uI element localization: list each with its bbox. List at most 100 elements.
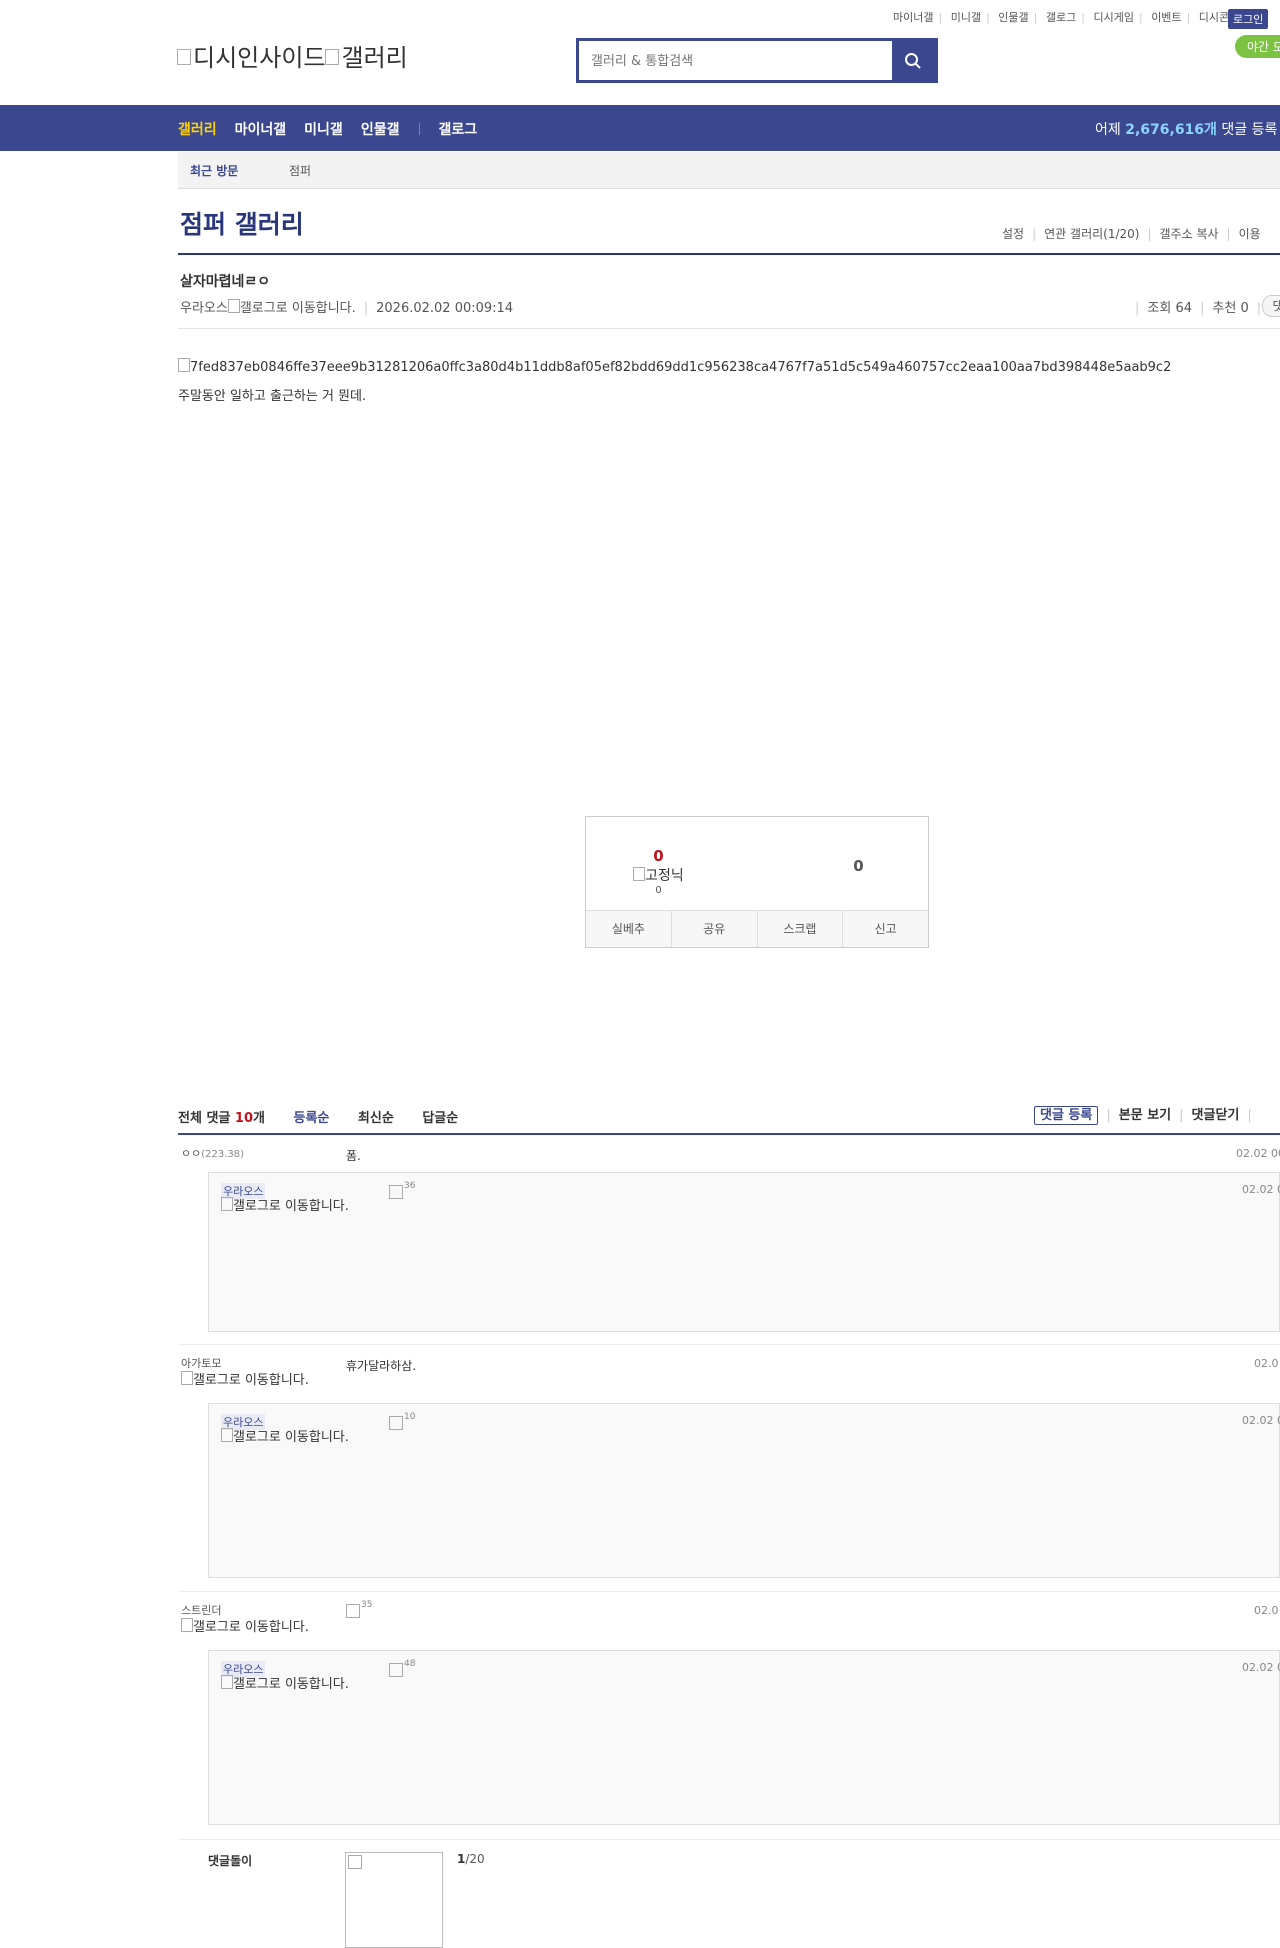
reply-date: 02.02 0 — [1242, 1661, 1280, 1674]
recommend-up-count: 0 — [653, 847, 664, 865]
gallog-link-alt[interactable]: 갤로그로 이동합니다. — [240, 301, 356, 316]
comment-text: 폼. — [346, 1149, 361, 1163]
related-gallery-link[interactable]: 연관 갤러리(1/20) — [1044, 227, 1139, 241]
recent-visit-bar: 최근 방문 점퍼 — [178, 152, 1280, 189]
comments-header: 전체 댓글 10개 등록순 최신순 답글순 — [178, 1107, 458, 1126]
comment-date: 02.02 00 — [1236, 1147, 1280, 1160]
post-date: 2026.02.02 00:09:14 — [376, 301, 514, 316]
comment-author[interactable]: ㅇㅇ(223.38) — [181, 1147, 244, 1162]
nav-item-minor[interactable]: 마이너갤 — [235, 122, 287, 138]
report-button[interactable]: 신고 — [843, 911, 928, 947]
comment-author[interactable]: 스트린더 갤로그로 이동합니다. — [181, 1604, 309, 1634]
broken-image-icon — [348, 1855, 362, 1869]
fixnick-count: 0 — [655, 885, 662, 896]
fixnick-alt: 고정닉 — [645, 868, 684, 884]
nav-item-gallog[interactable]: 갤로그 — [438, 122, 477, 138]
recent-visit-item[interactable]: 점퍼 — [289, 162, 311, 179]
settings-link[interactable]: 설정 — [1002, 227, 1024, 241]
dccon-alt: 36 — [404, 1181, 416, 1191]
dccon-alt: 48 — [404, 1659, 416, 1669]
reply-item: 우라오스 갤로그로 이동합니다. 36 02.02 0 — [208, 1172, 1280, 1332]
reply-item: 우라오스 갤로그로 이동합니다. 10 02.02 0 — [208, 1403, 1280, 1578]
search-input[interactable] — [589, 42, 893, 81]
nav-item-gallery[interactable]: 갤러리 — [178, 122, 217, 138]
util-link-gallog[interactable]: 갤로그 — [1046, 11, 1076, 24]
broken-image-icon — [181, 1618, 193, 1632]
comment-divider — [178, 1839, 1280, 1840]
reply-gallog-alt[interactable]: 갤로그로 이동합니다. — [221, 1675, 349, 1691]
comment-nick: 스트린더 — [181, 1604, 222, 1617]
fixnick-label: 고정닉 — [586, 865, 731, 885]
util-link-person[interactable]: 인물갤 — [998, 11, 1028, 24]
post-author[interactable]: 우라오스 — [180, 301, 228, 316]
comment-date: 02.0 — [1254, 1604, 1279, 1617]
reply-gallog-alt-text: 갤로그로 이동합니다. — [233, 1677, 349, 1692]
utility-bar: 마이너갤 | 미니갤 | 인물갤 | 갤로그 | 디시게임 | 이벤트 | 디시콘 로그인 — [0, 9, 1280, 29]
logo-alt-dcinside: 디시인사이드 — [193, 44, 326, 72]
night-mode-button[interactable]: 야간 모드 — [1235, 35, 1280, 58]
close-comments-button[interactable]: 댓글닫기 — [1192, 1108, 1240, 1123]
dccon-image: 35 — [346, 1600, 372, 1618]
reply-gallog-alt[interactable]: 갤로그로 이동합니다. — [221, 1428, 349, 1444]
stat-suffix: 댓글 등록 — [1221, 122, 1278, 138]
search-button[interactable] — [892, 41, 935, 80]
best-recommend-button[interactable]: 실베추 — [586, 911, 672, 947]
daily-comment-stat: 어제 2,676,616개 댓글 등록 — [1095, 119, 1277, 139]
broken-image-icon — [181, 1371, 193, 1385]
sort-by-registered[interactable]: 등록순 — [294, 1111, 330, 1126]
reply-date: 02.02 0 — [1242, 1183, 1280, 1196]
usage-link[interactable]: 이용 — [1239, 227, 1261, 241]
total-comments-unit: 개 — [253, 1111, 265, 1126]
reply-gallog-alt[interactable]: 갤로그로 이동합니다. — [221, 1197, 349, 1213]
login-button[interactable]: 로그인 — [1228, 9, 1269, 29]
util-link-minor[interactable]: 마이너갤 — [893, 11, 933, 24]
dccon-image: 10 — [389, 1412, 415, 1430]
comment-bot-image[interactable] — [345, 1852, 443, 1948]
share-button[interactable]: 공유 — [672, 911, 758, 947]
dccon-alt: 10 — [404, 1412, 416, 1422]
comment-ip: (223.38) — [201, 1149, 245, 1160]
comment-bot-label: 댓글돌이 — [208, 1854, 253, 1868]
site-logo[interactable]: 디시인사이드 갤러리 — [177, 38, 408, 73]
comment-count-button[interactable]: 댓 — [1262, 295, 1280, 317]
comment-date: 02.0 — [1254, 1357, 1279, 1370]
comment-tools: 댓글 등록 | 본문 보기 | 댓글닫기 | — [1034, 1104, 1260, 1125]
post-views: 조회 64 — [1147, 301, 1192, 316]
stat-value: 2,676,616개 — [1125, 122, 1217, 138]
nav-item-person[interactable]: 인물갤 — [361, 122, 400, 138]
gallery-title[interactable]: 점퍼 갤러리 — [180, 205, 304, 241]
sort-by-latest[interactable]: 최신순 — [358, 1111, 394, 1126]
recommend-down-count[interactable]: 0 — [786, 857, 931, 875]
scrap-button[interactable]: 스크랩 — [758, 911, 844, 947]
util-link-event[interactable]: 이벤트 — [1151, 11, 1181, 24]
view-body-button[interactable]: 본문 보기 — [1119, 1108, 1171, 1123]
comment-item: 스트린더 갤로그로 이동합니다. 35 02.0 우라오스 갤로그로 이동합니다.… — [178, 1592, 1280, 1840]
util-link-dccon[interactable]: 디시콘 — [1199, 11, 1229, 24]
broken-image-icon — [221, 1428, 233, 1442]
post-body-text: 주말동안 일하고 출근하는 거 뭔데. — [178, 389, 367, 404]
post-recommend-count: 추천 0 — [1212, 301, 1249, 316]
broken-image-icon — [178, 358, 190, 372]
meta-divider — [178, 328, 1280, 329]
sort-by-replies[interactable]: 답글순 — [422, 1111, 458, 1126]
comment-nick: ㅇㅇ — [181, 1147, 202, 1160]
nav-item-mini[interactable]: 미니갤 — [304, 122, 343, 138]
copy-address-link[interactable]: 갤주소 복사 — [1160, 227, 1219, 241]
broken-image-icon — [227, 299, 240, 313]
reply-gallog-alt-text: 갤로그로 이동합니다. — [233, 1430, 349, 1445]
pager-total: /20 — [465, 1852, 485, 1866]
reply-gallog-alt-text: 갤로그로 이동합니다. — [233, 1199, 349, 1214]
utility-links: 마이너갤 | 미니갤 | 인물갤 | 갤로그 | 디시게임 | 이벤트 | 디시콘 — [893, 11, 1230, 24]
comment-gallog-alt: 갤로그로 이동합니다. — [193, 1373, 309, 1388]
util-link-game[interactable]: 디시게임 — [1093, 11, 1133, 24]
util-link-mini[interactable]: 미니갤 — [951, 11, 981, 24]
total-comments-count: 10 — [234, 1111, 253, 1126]
comment-text: 휴가달라하삼. — [346, 1359, 417, 1373]
comment-author[interactable]: 아가토모 갤로그로 이동합니다. — [181, 1357, 309, 1387]
broken-image-icon — [177, 49, 191, 65]
post-meta: 우라오스 갤로그로 이동합니다. | 2026.02.02 00:09:14 — [180, 299, 514, 316]
comment-item: 아가토모 갤로그로 이동합니다. 휴가달라하삼. 02.0 우라오스 갤로그로 이… — [178, 1345, 1280, 1592]
comment-register-button[interactable]: 댓글 등록 — [1034, 1106, 1099, 1125]
recommend-up[interactable]: 0 고정닉 0 — [586, 847, 731, 896]
recent-visit-label[interactable]: 최근 방문 — [190, 162, 238, 179]
